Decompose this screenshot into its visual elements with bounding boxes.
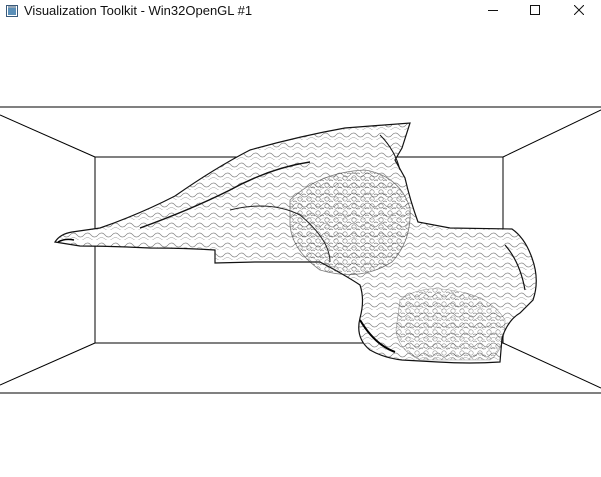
bone-surface-model <box>54 122 537 364</box>
maximize-icon <box>529 2 540 20</box>
close-icon <box>573 2 584 20</box>
render-viewport[interactable] <box>0 22 601 477</box>
scene-canvas[interactable] <box>0 22 601 477</box>
minimize-button[interactable] <box>470 0 515 22</box>
close-button[interactable] <box>556 0 601 22</box>
maximize-button[interactable] <box>512 0 557 22</box>
minimize-icon <box>487 2 498 20</box>
title-bar[interactable]: Visualization Toolkit - Win32OpenGL #1 <box>0 0 601 22</box>
app-icon <box>6 4 18 17</box>
vtk-render-window: Visualization Toolkit - Win32OpenGL #1 <box>0 0 601 477</box>
window-title: Visualization Toolkit - Win32OpenGL #1 <box>24 3 253 18</box>
